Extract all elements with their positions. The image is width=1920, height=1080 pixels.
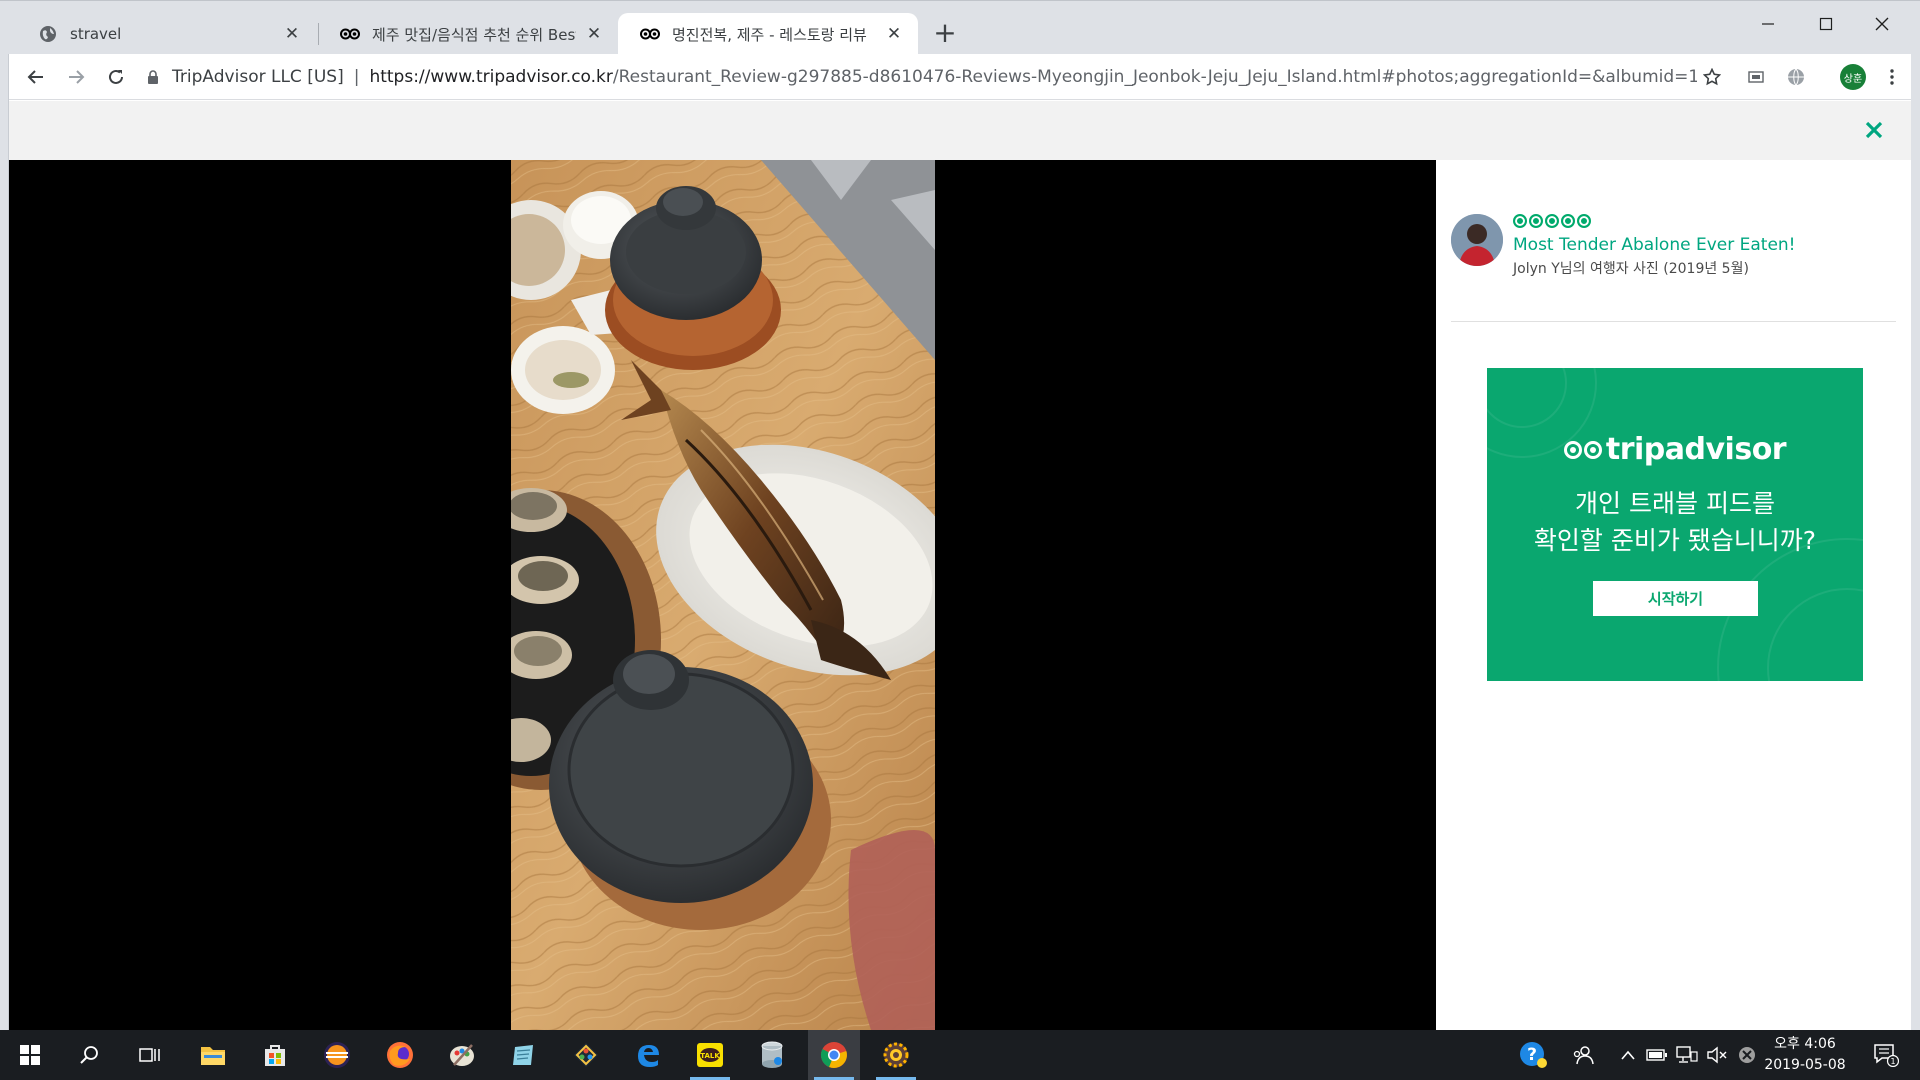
photo-attribution: Jolyn Y님의 여행자 사진 (2019년 5월)	[1513, 261, 1749, 277]
maximize-button[interactable]	[1798, 7, 1854, 41]
firefox-icon[interactable]	[374, 1030, 426, 1080]
battery-icon[interactable]	[1644, 1030, 1670, 1080]
tab-title: 명진전복, 제주 - 레스토랑 리뷰	[672, 25, 867, 44]
photo-stage[interactable]	[9, 160, 1436, 1030]
ad-headline-line1: 개인 트래블 피드를	[1575, 489, 1775, 518]
svg-text:?: ?	[1527, 1045, 1537, 1065]
lock-icon	[147, 70, 162, 84]
tripadvisor-owl-icon	[340, 24, 360, 44]
ad-brand: tripadvisor	[1605, 432, 1787, 467]
chrome-icon[interactable]	[808, 1030, 860, 1080]
kakaotalk-icon[interactable]: TALK	[684, 1030, 736, 1080]
close-window-button[interactable]	[1854, 7, 1910, 41]
window-left-edge	[0, 0, 9, 1030]
ad-start-button[interactable]: 시작하기	[1593, 581, 1758, 616]
close-tab-icon[interactable]: ✕	[584, 24, 604, 44]
database-app-icon[interactable]	[746, 1030, 798, 1080]
eclipse-icon[interactable]	[311, 1030, 363, 1080]
menu-kebab-icon[interactable]	[1877, 62, 1907, 92]
reload-icon[interactable]	[101, 62, 131, 92]
translate-globe-icon[interactable]	[1781, 62, 1811, 92]
tab-stravel[interactable]: stravel ✕	[16, 13, 316, 55]
paint-app-icon[interactable]	[436, 1030, 488, 1080]
people-icon[interactable]	[1568, 1030, 1598, 1080]
panel-divider	[1451, 321, 1896, 322]
profile-avatar[interactable]: 상훈	[1840, 64, 1866, 90]
clock-time: 오후 4:06	[1774, 1036, 1836, 1052]
forward-icon[interactable]	[61, 62, 91, 92]
tab-jeju-restaurants[interactable]: 제주 맛집/음식점 추천 순위 Best ✕	[318, 13, 618, 55]
address-bar[interactable]: TripAdvisor LLC [US] | https://www.tripa…	[147, 60, 1697, 94]
url-path: /Restaurant_Review-g297885-d8610476-Revi…	[612, 67, 1697, 87]
tripadvisor-owl-icon	[640, 24, 660, 44]
minimize-button[interactable]	[1740, 7, 1796, 41]
rating-bubble-icon	[1577, 214, 1591, 228]
site-owner-label: TripAdvisor LLC [US]	[172, 67, 344, 87]
rating-bubble-icon	[1561, 214, 1575, 228]
review-title-link[interactable]: Most Tender Abalone Ever Eaten!	[1513, 235, 1796, 255]
photo-viewer-header	[9, 101, 1911, 160]
svg-text:TALK: TALK	[700, 1052, 720, 1060]
microsoft-store-icon[interactable]	[249, 1030, 301, 1080]
file-explorer-icon[interactable]	[187, 1030, 239, 1080]
window-right-edge	[1911, 0, 1920, 1030]
rating-bubble-icon	[1513, 214, 1527, 228]
network-icon[interactable]	[1674, 1030, 1700, 1080]
help-tips-icon[interactable]: ?	[1516, 1030, 1550, 1080]
close-tab-icon[interactable]: ✕	[884, 24, 904, 44]
windows-taskbar: TALK ? 오후 4:06 2019-05-08 1	[0, 1030, 1920, 1080]
edge-browser-icon[interactable]	[622, 1030, 674, 1080]
back-icon[interactable]	[21, 62, 51, 92]
cast-icon[interactable]	[1741, 62, 1771, 92]
close-viewer-icon[interactable]	[1859, 115, 1889, 145]
tab-title: stravel	[70, 25, 122, 43]
system-clock[interactable]: 오후 4:06 2019-05-08	[1760, 1034, 1850, 1076]
photo-detail-panel: Most Tender Abalone Ever Eaten! Jolyn Y님…	[1436, 160, 1911, 1030]
globe-icon	[38, 24, 58, 44]
task-view-icon[interactable]	[124, 1030, 176, 1080]
new-tab-button[interactable]: +	[930, 19, 960, 49]
bookmark-star-icon[interactable]	[1697, 62, 1727, 92]
start-windows-icon[interactable]	[4, 1030, 56, 1080]
input-method-icon[interactable]	[1734, 1030, 1760, 1080]
show-hidden-icons-chevron-up-icon[interactable]	[1616, 1030, 1640, 1080]
tripadvisor-ad-banner[interactable]: tripadvisor 개인 트래블 피드를 확인할 준비가 됐습니니까? 시작…	[1487, 368, 1863, 681]
volume-muted-icon[interactable]	[1704, 1030, 1730, 1080]
git-tool-icon[interactable]	[560, 1030, 612, 1080]
notification-count: 1	[1890, 1057, 1895, 1066]
rating-bubble-icon	[1529, 214, 1543, 228]
address-separator: |	[353, 67, 360, 87]
notes-app-icon[interactable]	[498, 1030, 550, 1080]
reviewer-avatar[interactable]	[1451, 214, 1503, 266]
tab-strip: stravel ✕ 제주 맛집/음식점 추천 순위 Best ✕ 명진전복, 제…	[0, 0, 1920, 55]
close-tab-icon[interactable]: ✕	[282, 24, 302, 44]
url-host: https://www.tripadvisor.co.kr	[369, 67, 613, 87]
tab-myeongjin-jeonbok[interactable]: 명진전복, 제주 - 레스토랑 리뷰 ✕	[618, 13, 918, 55]
tripadvisor-logo: tripadvisor	[1487, 432, 1863, 467]
tab-title: 제주 맛집/음식점 추천 순위 Best	[372, 25, 576, 44]
settings-gear-app-icon[interactable]	[870, 1030, 922, 1080]
search-icon[interactable]	[63, 1030, 115, 1080]
tripadvisor-owl-icon	[1563, 440, 1602, 459]
food-photo	[511, 160, 935, 1030]
browser-toolbar: TripAdvisor LLC [US] | https://www.tripa…	[9, 54, 1911, 100]
rating-bubbles	[1513, 214, 1591, 228]
clock-date: 2019-05-08	[1764, 1057, 1846, 1073]
ad-headline-line2: 확인할 준비가 됐습니니까?	[1533, 526, 1817, 555]
rating-bubble-icon	[1545, 214, 1559, 228]
action-center-icon[interactable]: 1	[1866, 1030, 1906, 1080]
